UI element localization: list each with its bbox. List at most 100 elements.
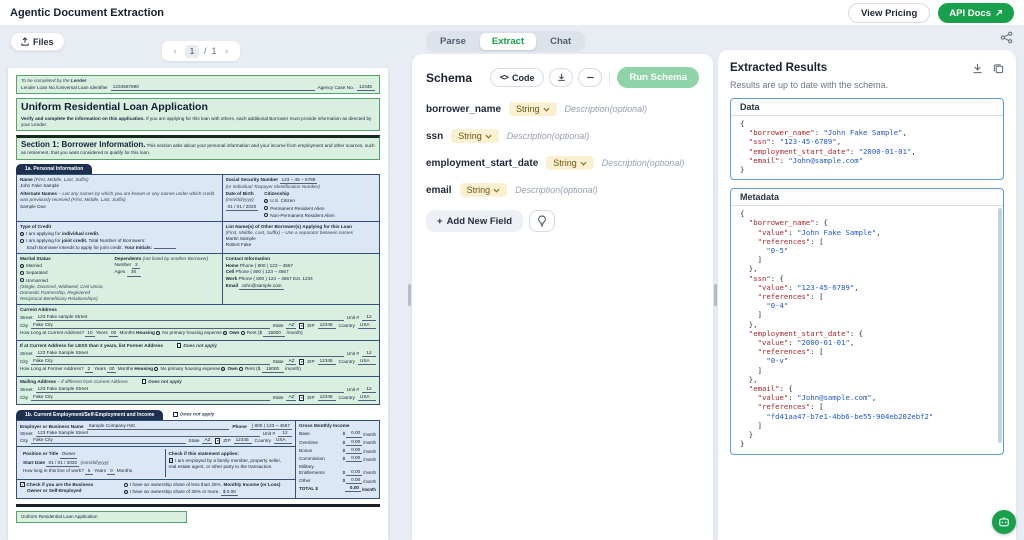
checkbox-checked-icon (169, 458, 174, 463)
data-box[interactable]: Data { "borrower_name": "John Fake Sampl… (730, 98, 1004, 180)
metadata-box-label: Metadata (731, 189, 1003, 206)
radio-icon (239, 367, 243, 371)
chevron-down-icon (493, 188, 500, 193)
upload-icon (21, 37, 29, 46)
state-dropdown-icon: ▾ (299, 323, 304, 330)
field-description-input[interactable]: Description(optional) (602, 158, 685, 168)
radio-icon (124, 483, 128, 487)
radio-icon (20, 232, 24, 236)
share-icon[interactable] (1000, 31, 1013, 44)
radio-icon (221, 367, 225, 371)
tab-parse[interactable]: Parse (428, 33, 478, 50)
form-title-box: Uniform Residential Loan Application Ver… (16, 98, 380, 131)
page-input[interactable]: 1 (185, 45, 199, 58)
view-tabs: Parse Extract Chat (426, 31, 585, 52)
download-schema-button[interactable] (549, 68, 573, 87)
page-total: 1 (212, 46, 217, 56)
page-separator: / (204, 46, 207, 56)
address-block: Mailing Address – if different from Curr… (17, 377, 379, 404)
schema-field-row: email String Description(optional) (426, 183, 699, 197)
personal-info-section: 1a. Personal Information Name (First, Mi… (16, 164, 380, 405)
view-pricing-button[interactable]: View Pricing (848, 3, 930, 23)
page-footer: Uniform Residential Loan Application (16, 511, 187, 523)
metadata-json: { "borrower_name": { "value": "John Fake… (731, 206, 1003, 453)
toolbar-divider (609, 71, 610, 85)
schema-title: Schema (426, 71, 490, 85)
income-row: Commission$0.00/month (299, 455, 376, 462)
form-title: Uniform Residential Loan Application (21, 101, 375, 115)
chevron-down-icon (580, 161, 587, 166)
field-name[interactable]: borrower_name (426, 104, 501, 115)
files-button[interactable]: Files (10, 32, 65, 51)
state-dropdown-icon: ▾ (299, 395, 304, 402)
chevron-down-icon (485, 134, 492, 139)
panel-resize-handle-left[interactable] (408, 284, 411, 306)
run-schema-button[interactable]: Run Schema (617, 67, 699, 88)
download-results-icon[interactable] (972, 63, 983, 74)
radio-icon (20, 278, 24, 282)
field-type-select[interactable]: String (509, 102, 557, 116)
income-row: Overtime$0.00/month (299, 439, 376, 446)
schema-field-row: borrower_name String Description(optional) (426, 102, 699, 116)
radio-icon (156, 331, 160, 335)
results-status: Results are up to date with the schema. (730, 80, 1004, 90)
add-new-field-button[interactable]: +Add New Field (426, 210, 523, 232)
field-description-input[interactable]: Description(optional) (565, 104, 648, 114)
radio-icon (223, 331, 227, 335)
suggest-fields-button[interactable] (529, 210, 555, 232)
app-root: Agentic Document Extraction View Pricing… (0, 0, 1024, 540)
radio-icon (241, 331, 245, 335)
field-name[interactable]: employment_start_date (426, 158, 538, 169)
checkbox-checked-icon (20, 482, 25, 487)
radio-icon (124, 490, 128, 494)
chat-bot-icon (998, 516, 1010, 528)
schema-field-row: ssn String Description(optional) (426, 129, 699, 143)
data-json: { "borrower_name": "John Fake Sample", "… (731, 116, 1003, 179)
radio-icon (264, 206, 268, 210)
copy-results-icon[interactable] (993, 63, 1004, 74)
tab-extract[interactable]: Extract (480, 33, 536, 50)
document-preview[interactable]: To be completed by the Lender Lender Loa… (8, 68, 388, 540)
address-block: If at Current Address for LESS than 2 ye… (17, 341, 379, 377)
extracted-results-panel: Extracted Results Results are up to date… (718, 50, 1016, 540)
download-icon (557, 73, 566, 82)
income-row: Base$0.00/month (299, 430, 376, 437)
feedback-fab[interactable] (992, 510, 1016, 534)
page-next-button[interactable]: › (222, 46, 232, 57)
radio-icon (20, 239, 24, 243)
panel-resize-handle-right[interactable] (714, 284, 717, 306)
metadata-box[interactable]: Metadata { "borrower_name": { "value": "… (730, 188, 1004, 454)
income-row: Bonus$0.00/month (299, 447, 376, 454)
workspace: Files ‹ 1 / 1 › To be completed by the L… (0, 26, 1024, 540)
code-button[interactable]: <> Code (490, 68, 545, 87)
field-type-select[interactable]: String (451, 129, 499, 143)
lender-box: To be completed by the Lender Lender Loa… (16, 75, 380, 94)
plus-icon: + (437, 216, 443, 227)
field-type-select[interactable]: String (460, 183, 508, 197)
page-navigator: ‹ 1 / 1 › (162, 41, 240, 61)
page-prev-button[interactable]: ‹ (170, 46, 180, 57)
radio-icon (20, 264, 24, 268)
collapse-schema-button[interactable] (578, 68, 602, 87)
field-type-select[interactable]: String (546, 156, 594, 170)
page-break (16, 504, 380, 507)
checkbox-icon (177, 343, 182, 348)
radio-icon (154, 367, 158, 371)
field-name[interactable]: ssn (426, 131, 443, 142)
data-box-label: Data (731, 99, 1003, 116)
tab-chat[interactable]: Chat (538, 33, 583, 50)
field-name[interactable]: email (426, 185, 452, 196)
address-block: Current AddressStreet123 Fake sample Str… (17, 305, 379, 341)
code-icon: <> (500, 73, 508, 83)
income-row: Military Entitlements$0.00/month (299, 464, 376, 476)
api-docs-button[interactable]: API Docs (938, 3, 1014, 23)
external-link-icon (995, 9, 1003, 17)
metadata-scrollbar[interactable] (998, 208, 1002, 443)
extract-panel: Parse Extract Chat Schema <> Code (412, 26, 713, 540)
radio-icon (20, 271, 24, 275)
field-description-input[interactable]: Description(optional) (507, 131, 590, 141)
employment-section: 1b. Current Employment/Self-Employment a… (16, 410, 380, 499)
checkbox-icon (173, 412, 178, 417)
field-description-input[interactable]: Description(optional) (515, 185, 598, 195)
radio-icon (264, 199, 268, 203)
